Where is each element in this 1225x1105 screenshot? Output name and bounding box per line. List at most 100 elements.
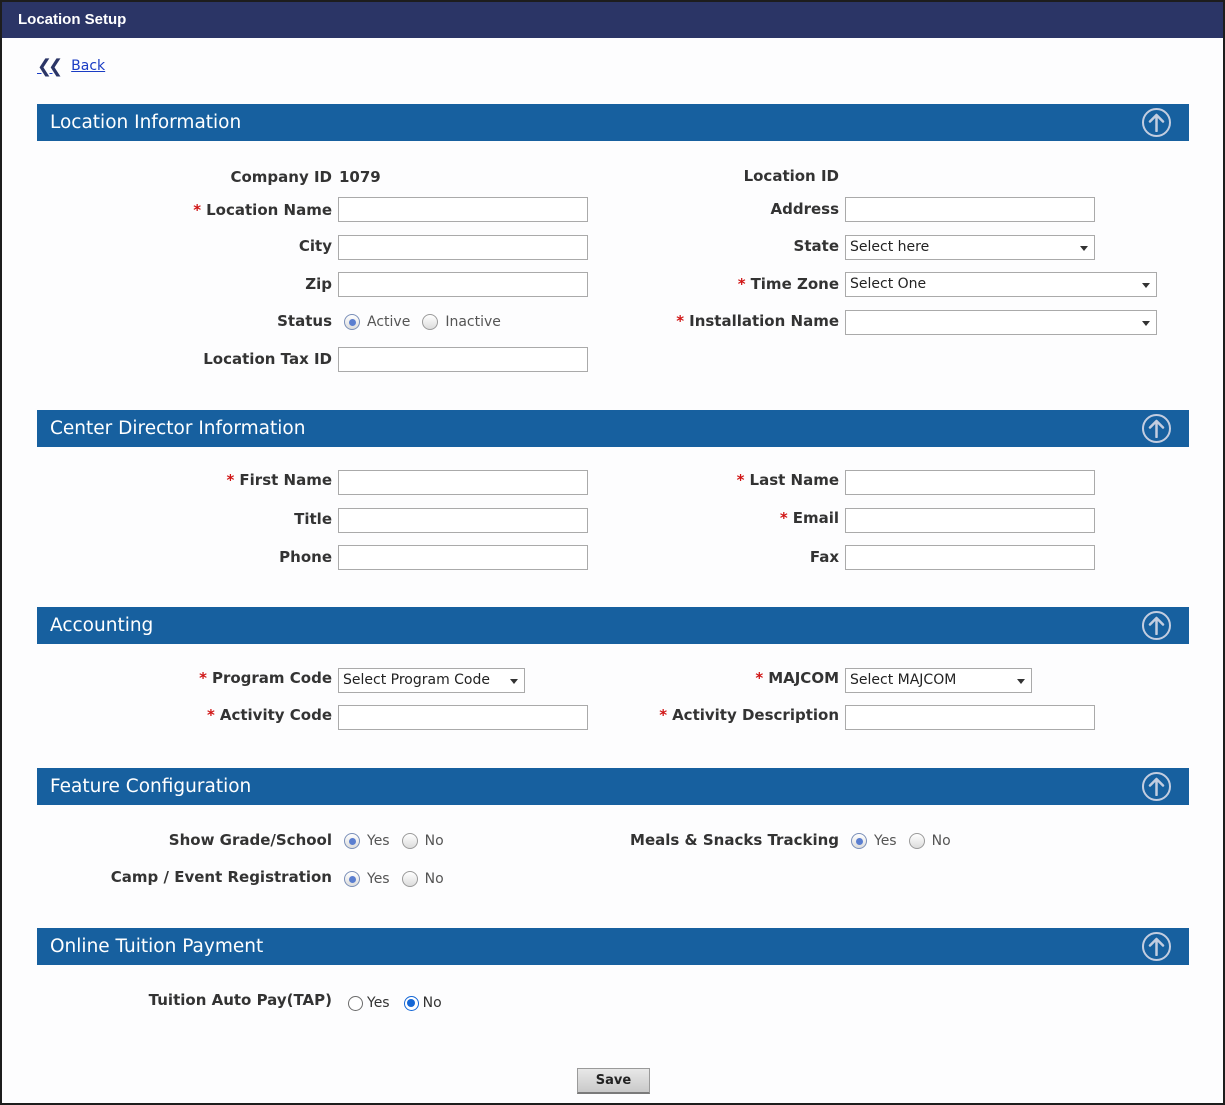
city-input[interactable] — [338, 235, 588, 260]
status-active-radio[interactable] — [344, 314, 360, 330]
collapse-arrow-up-icon[interactable] — [1142, 932, 1171, 961]
yes-label: Yes — [367, 833, 390, 849]
time-zone-select[interactable]: Select One — [845, 272, 1157, 297]
double-chevron-left-icon: ❮❮ — [37, 55, 63, 77]
section-title: Center Director Information — [50, 418, 306, 439]
email-label: * Email — [779, 509, 839, 527]
installation-name-select[interactable] — [845, 310, 1157, 335]
yes-label: Yes — [874, 833, 897, 849]
majcom-select[interactable]: Select MAJCOM — [845, 668, 1032, 693]
section-header-features: Feature Configuration — [37, 768, 1189, 805]
meals-radio-group: Yes No — [851, 833, 963, 849]
status-active-label: Active — [367, 314, 411, 330]
no-label: No — [424, 833, 444, 849]
show-grade-school-label: Show Grade/School — [168, 831, 332, 849]
activity-code-input[interactable] — [338, 705, 588, 730]
address-input[interactable] — [845, 197, 1095, 222]
chevron-down-icon — [1142, 283, 1150, 288]
first-name-input[interactable] — [338, 470, 588, 495]
fax-input[interactable] — [845, 545, 1095, 570]
majcom-label: * MAJCOM — [755, 669, 839, 687]
time-zone-label: * Time Zone — [737, 275, 839, 293]
meals-snacks-label: Meals & Snacks Tracking — [630, 831, 839, 849]
zip-input[interactable] — [338, 272, 588, 297]
collapse-arrow-up-icon[interactable] — [1142, 414, 1171, 443]
tap-no-radio[interactable] — [403, 995, 419, 1011]
back-label[interactable]: Back — [71, 58, 105, 74]
camp-no-radio[interactable] — [401, 871, 418, 887]
company-id-value: 1079 — [339, 168, 381, 186]
section-header-tuition: Online Tuition Payment — [37, 928, 1189, 965]
meals-no-radio[interactable] — [908, 833, 925, 849]
address-label: Address — [770, 200, 839, 218]
fax-label: Fax — [809, 548, 839, 566]
back-link[interactable]: ❮❮ Back — [37, 55, 105, 77]
chevron-down-icon — [1017, 679, 1025, 684]
activity-description-input[interactable] — [845, 705, 1095, 730]
last-name-label: * Last Name — [736, 471, 839, 489]
tap-yes-radio[interactable] — [348, 995, 363, 1011]
location-name-input[interactable] — [338, 197, 588, 222]
title-input[interactable] — [338, 508, 588, 533]
zip-label: Zip — [305, 275, 332, 293]
state-select-value: Select here — [850, 239, 930, 255]
program-code-select-value: Select Program Code — [343, 672, 490, 688]
section-header-director: Center Director Information — [37, 410, 1189, 447]
collapse-arrow-up-icon[interactable] — [1142, 611, 1171, 640]
status-inactive-radio[interactable] — [422, 314, 439, 330]
majcom-select-value: Select MAJCOM — [850, 672, 957, 688]
camp-yes-radio[interactable] — [344, 871, 360, 887]
phone-label: Phone — [279, 548, 332, 566]
company-id-label: Company ID — [230, 168, 332, 186]
chevron-down-icon — [1080, 246, 1088, 251]
tuition-auto-pay-label: Tuition Auto Pay(TAP) — [148, 991, 332, 1009]
no-label: No — [424, 871, 444, 887]
phone-input[interactable] — [338, 545, 588, 570]
activity-description-label: * Activity Description — [659, 706, 839, 724]
status-radio-group: Active Inactive — [344, 314, 513, 330]
title-label: Title — [294, 510, 332, 528]
required-marker: * — [659, 706, 668, 724]
required-marker: * — [676, 312, 685, 330]
section-title: Accounting — [50, 615, 154, 636]
section-header-accounting: Accounting — [37, 607, 1189, 644]
location-id-label: Location ID — [743, 167, 839, 185]
section-title: Location Information — [50, 112, 242, 133]
show-grade-no-radio[interactable] — [401, 833, 418, 849]
chevron-down-icon — [510, 679, 518, 684]
city-label: City — [298, 237, 332, 255]
show-grade-yes-radio[interactable] — [344, 833, 360, 849]
section-header-location: Location Information — [37, 104, 1189, 141]
chevron-down-icon — [1142, 321, 1150, 326]
required-marker: * — [755, 669, 764, 687]
location-tax-id-label: Location Tax ID — [203, 350, 332, 368]
email-input[interactable] — [845, 508, 1095, 533]
required-marker: * — [207, 706, 215, 724]
location-tax-id-input[interactable] — [338, 347, 588, 372]
window-title: Location Setup — [2, 2, 1223, 38]
collapse-arrow-up-icon[interactable] — [1142, 772, 1171, 801]
activity-code-label: * Activity Code — [207, 706, 332, 724]
yes-label: Yes — [367, 995, 390, 1011]
section-title: Online Tuition Payment — [50, 936, 264, 957]
collapse-arrow-up-icon[interactable] — [1142, 108, 1171, 137]
save-button[interactable]: Save — [577, 1068, 650, 1094]
state-select[interactable]: Select here — [845, 235, 1095, 260]
first-name-label: * First Name — [226, 471, 332, 489]
time-zone-select-value: Select One — [850, 276, 927, 292]
last-name-input[interactable] — [845, 470, 1095, 495]
installation-name-label: * Installation Name — [676, 312, 839, 330]
required-marker: * — [736, 471, 745, 489]
yes-label: Yes — [367, 871, 390, 887]
status-inactive-label: Inactive — [445, 314, 501, 330]
state-label: State — [793, 237, 839, 255]
tap-radio-group: Yes No — [348, 995, 456, 1011]
required-marker: * — [193, 201, 202, 219]
camp-radio-group: Yes No — [344, 871, 456, 887]
meals-yes-radio[interactable] — [851, 833, 867, 849]
program-code-label: * Program Code — [199, 669, 332, 687]
required-marker: * — [737, 275, 746, 293]
required-marker: * — [226, 471, 235, 489]
program-code-select[interactable]: Select Program Code — [338, 668, 525, 693]
section-title: Feature Configuration — [50, 776, 252, 797]
